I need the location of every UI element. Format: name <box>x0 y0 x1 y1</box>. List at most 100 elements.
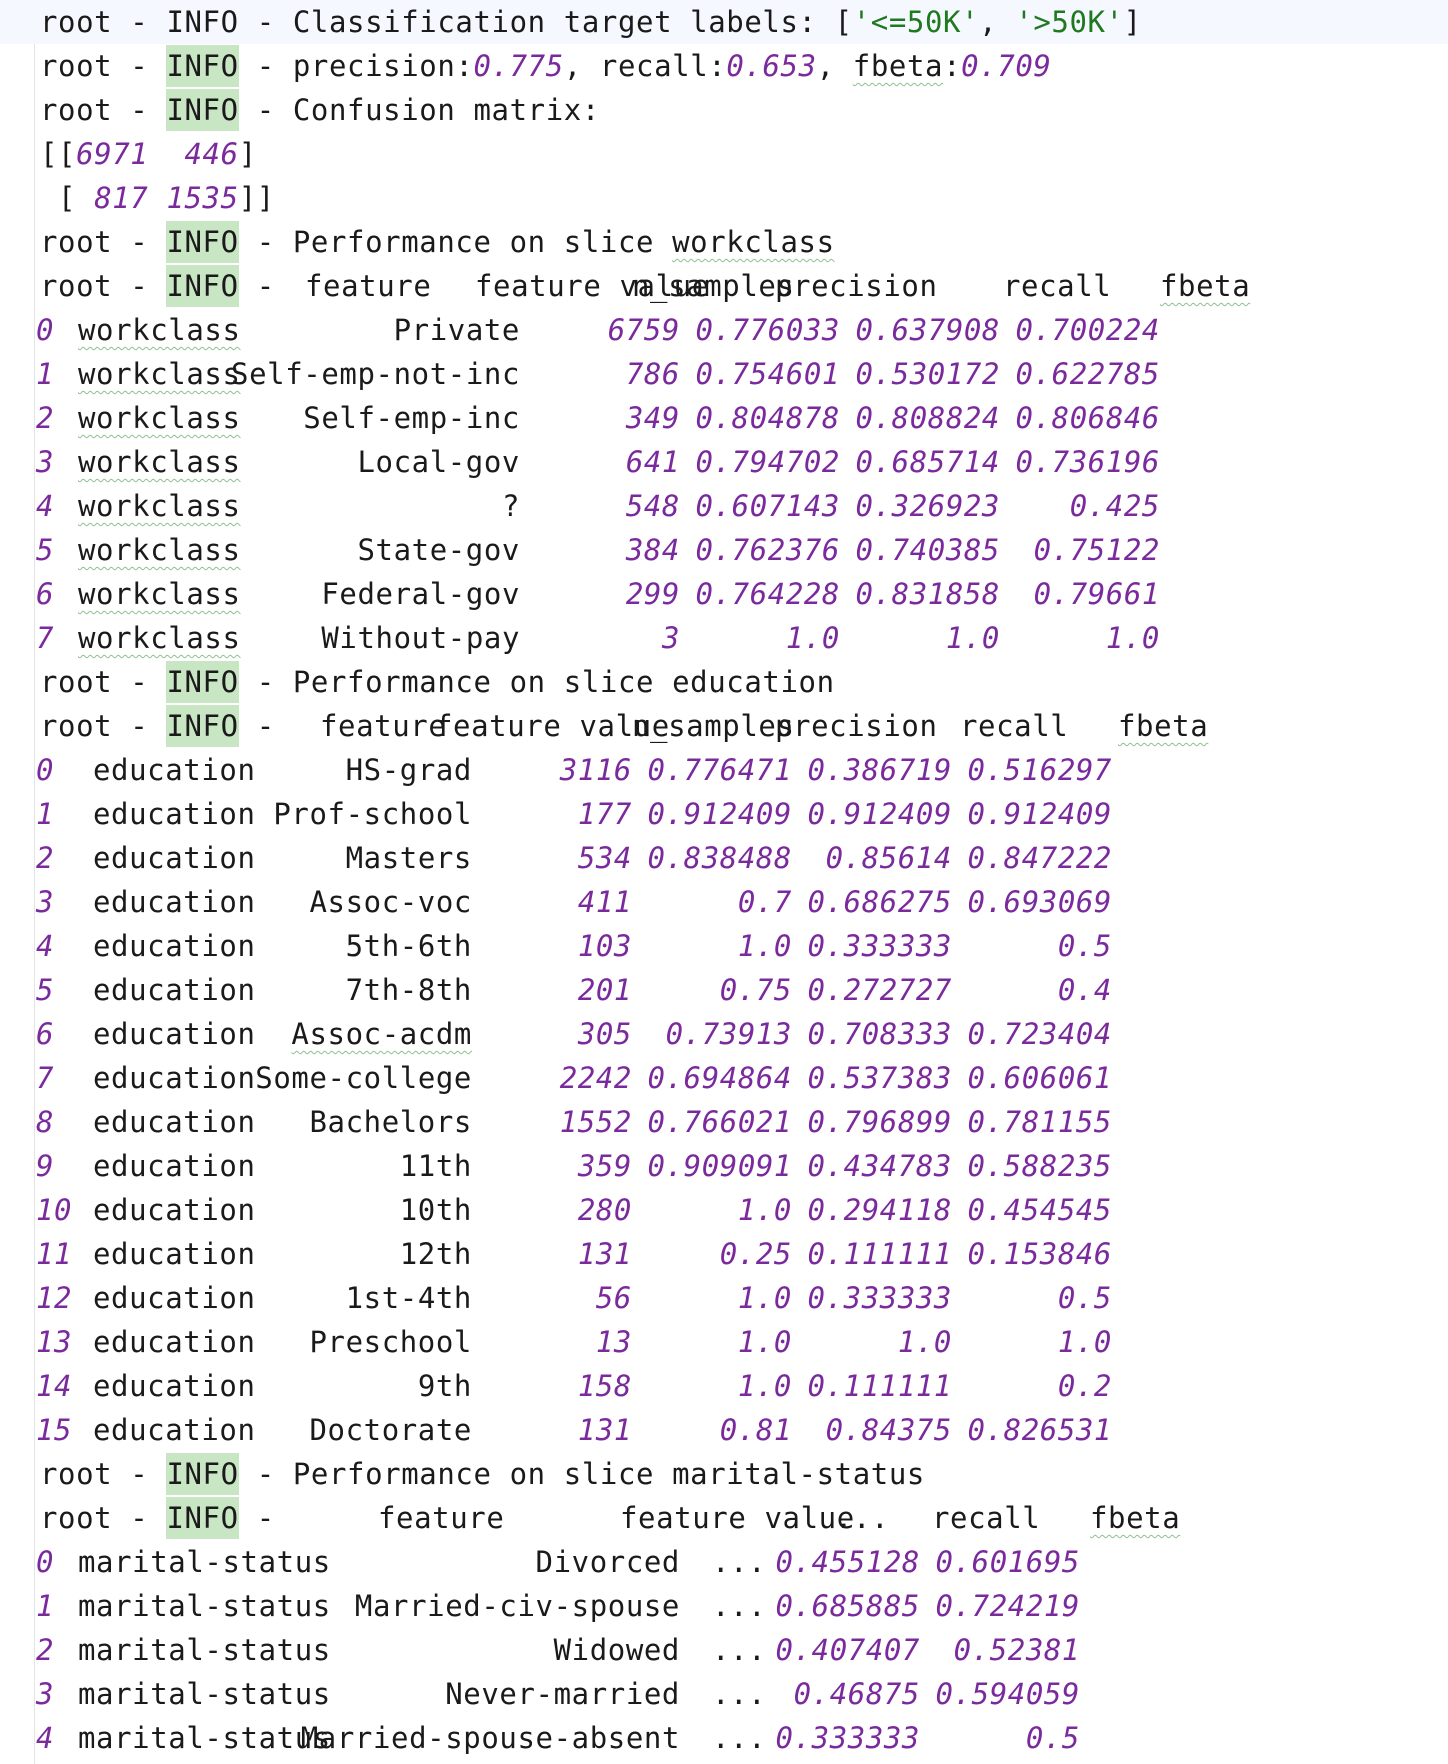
row-index: 5 <box>36 533 55 567</box>
log-line-slice-title: root - INFO - Performance on slice workc… <box>0 220 1448 264</box>
row-index: 14 <box>36 1369 73 1403</box>
separator: - <box>238 1457 293 1491</box>
cell-n-samples: 13 <box>595 1325 632 1359</box>
cell-fbeta: 0.736196 <box>1015 445 1160 479</box>
cell-feature-value: Assoc-voc <box>309 885 472 919</box>
log-line-confusion: root - INFO - Confusion matrix: <box>0 88 1448 132</box>
cell-fbeta: 0.912409 <box>967 797 1112 831</box>
cell-recall: 1.0 <box>945 621 1000 655</box>
cell-recall: 0.708333 <box>807 1017 952 1051</box>
log-source: root <box>40 709 113 743</box>
cell-fbeta: 0.826531 <box>967 1413 1112 1447</box>
cell-recall: 0.84375 <box>825 1413 952 1447</box>
column-header-ellipsis: ... <box>835 1501 890 1535</box>
cell-precision: 1.0 <box>737 1281 792 1315</box>
cell-feature-value: Private <box>393 313 520 347</box>
cell-feature: workclass <box>78 313 241 347</box>
cell-feature-value: Some-college <box>255 1061 472 1095</box>
cell-recall: 0.455128 <box>775 1545 920 1579</box>
cell-fbeta: 1.0 <box>1105 621 1160 655</box>
log-line-slice-title: root - INFO - Performance on slice educa… <box>0 660 1448 704</box>
table-row: 1 marital-status Married-civ-spouse... 0.68… <box>0 1584 1448 1628</box>
cell-feature-value: 7th-8th <box>345 973 472 1007</box>
cell-n-samples: 131 <box>577 1237 632 1271</box>
table-row: 5 workclass State-gov 384 0.762376 0.740385 0.… <box>0 528 1448 572</box>
column-header-feature: feature <box>305 269 432 303</box>
cell-recall: 0.685885 <box>775 1589 920 1623</box>
cell-fbeta: 0.425 <box>1069 489 1160 523</box>
row-index: 11 <box>36 1237 73 1271</box>
log-source: root <box>40 5 113 39</box>
cell-precision: 0.75 <box>719 973 792 1007</box>
log-message: Classification target labels: [ <box>292 5 853 39</box>
cell-n-samples: 56 <box>595 1281 632 1315</box>
row-index: 8 <box>36 1105 55 1139</box>
cell-n-samples: 6759 <box>607 313 680 347</box>
table-row: 12 education 1st-4th 56 1.0 0.333333 0.5 <box>0 1276 1448 1320</box>
cell-feature: education <box>93 1281 256 1315</box>
cell-feature-value: Widowed <box>553 1633 680 1667</box>
log-source: root <box>40 49 113 83</box>
cell-precision: 0.794702 <box>695 445 840 479</box>
cell-feature: education <box>93 885 256 919</box>
cell-recall: 0.740385 <box>855 533 1000 567</box>
cell-feature: education <box>93 1413 256 1447</box>
table-row: 7 workclass Without-pay 3 1.0 1.0 1.0 <box>0 616 1448 660</box>
column-header-feature: feature <box>320 709 447 743</box>
cell-precision: 0.776471 <box>647 753 792 787</box>
cell-recall: 0.637908 <box>855 313 1000 347</box>
cell-recall: 0.386719 <box>807 753 952 787</box>
separator: - <box>112 269 167 303</box>
cell-feature-value: Federal-gov <box>321 577 520 611</box>
log-source: root <box>40 225 113 259</box>
cell-feature-value: Preschool <box>309 1325 472 1359</box>
cell-n-samples: 131 <box>577 1413 632 1447</box>
table-row: 0 workclass Private 6759 0.776033 0.637908 0.7… <box>0 308 1448 352</box>
cell-ellipsis: ... <box>712 1677 767 1711</box>
cell-n-samples: 2242 <box>559 1061 632 1095</box>
cell-n-samples: 349 <box>625 401 680 435</box>
cell-recall: 0.530172 <box>855 357 1000 391</box>
cell-recall: 0.111111 <box>807 1369 952 1403</box>
table-row: 1 education Prof-school 177 0.912409 0.912409… <box>0 792 1448 836</box>
cell-recall: 0.685714 <box>855 445 1000 479</box>
log-line-slice-title: root - INFO - Performance on slice marit… <box>0 1452 1448 1496</box>
cell-ellipsis: ... <box>712 1633 767 1667</box>
cell-fbeta: 0.781155 <box>967 1105 1112 1139</box>
log-level: INFO <box>166 221 239 263</box>
row-index: 7 <box>36 621 55 655</box>
cell-feature: marital-status <box>78 1633 331 1667</box>
table-row: 2 workclass Self-emp-inc 349 0.804878 0.80882… <box>0 396 1448 440</box>
cell-precision: 0.776033 <box>695 313 840 347</box>
row-index: 3 <box>36 445 55 479</box>
cell-n-samples: 305 <box>577 1017 632 1051</box>
column-header-fbeta: fbeta <box>1090 1501 1181 1535</box>
table-row: 3 education Assoc-voc 411 0.7 0.686275 0.69306… <box>0 880 1448 924</box>
log-message: Confusion matrix: <box>292 93 600 127</box>
cell-fbeta: 0.153846 <box>967 1237 1112 1271</box>
cell-fbeta: 0.601695 <box>935 1545 1080 1579</box>
cell-fbeta: 0.806846 <box>1015 401 1160 435</box>
cell-feature: workclass <box>78 577 241 611</box>
table-row: 10 education 10th 280 1.0 0.294118 0.454545 <box>0 1188 1448 1232</box>
table-row: 9 education 11th 359 0.909091 0.434783 0.58823… <box>0 1144 1448 1188</box>
cell-fbeta: 0.79661 <box>1033 577 1160 611</box>
cell-recall: 0.537383 <box>807 1061 952 1095</box>
row-index: 0 <box>36 313 55 347</box>
log-source: root <box>40 1501 113 1535</box>
cell-fbeta: 0.847222 <box>967 841 1112 875</box>
label-string: '>50K' <box>1015 5 1124 39</box>
cell-recall: 0.686275 <box>807 885 952 919</box>
cell-recall: 0.272727 <box>807 973 952 1007</box>
row-index: 5 <box>36 973 55 1007</box>
column-header-value: feature value <box>620 1501 855 1535</box>
cell-feature: marital-status <box>78 1677 331 1711</box>
cell-n-samples: 411 <box>577 885 632 919</box>
console-output[interactable]: root - INFO - Classification target labe… <box>0 0 1448 1760</box>
row-index: 6 <box>36 1017 55 1051</box>
cell-recall: 0.434783 <box>807 1149 952 1183</box>
cell-precision: 0.7 <box>737 885 792 919</box>
cell-recall: 0.831858 <box>855 577 1000 611</box>
cell-n-samples: 786 <box>625 357 680 391</box>
cell-fbeta: 0.693069 <box>967 885 1112 919</box>
